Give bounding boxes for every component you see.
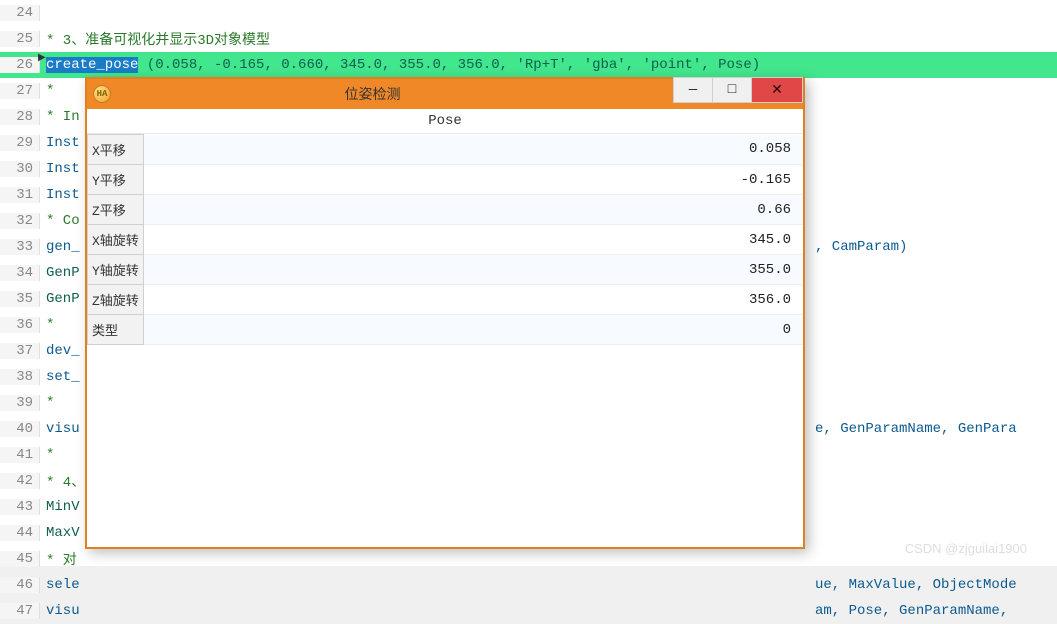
pose-table: X平移0.058Y平移-0.165Z平移0.66X轴旋转345.0Y轴旋转355… — [87, 134, 803, 345]
line-number: 39 — [0, 395, 40, 411]
pose-row-label: X平移 — [88, 135, 144, 165]
watermark: CSDN @zjguilai1900 — [905, 541, 1027, 556]
pose-row-value: 345.0 — [143, 225, 803, 255]
line-number: 42 — [0, 473, 40, 489]
code-text: visu — [40, 421, 80, 437]
code-text: * 4、 — [40, 471, 85, 491]
line-number: 28 — [0, 109, 40, 125]
code-text: GenP — [40, 291, 80, 307]
window-buttons: — □ ✕ — [674, 79, 803, 109]
line-number: 25 — [0, 31, 40, 47]
pose-row-label: Z轴旋转 — [88, 285, 144, 315]
line-number: 36 — [0, 317, 40, 333]
close-button[interactable]: ✕ — [751, 77, 803, 103]
code-text: MaxV — [40, 525, 80, 541]
pose-row[interactable]: Z轴旋转356.0 — [88, 285, 804, 315]
pose-row[interactable]: X轴旋转345.0 — [88, 225, 804, 255]
code-text: * 3、准备可视化并显示3D对象模型 — [40, 29, 270, 49]
code-text: visu — [40, 603, 80, 619]
code-text: sele — [40, 577, 80, 593]
line-number: 29 — [0, 135, 40, 151]
pose-row-label: 类型 — [88, 315, 144, 345]
execution-arrow: ▶ — [38, 52, 46, 64]
pose-row-value: 355.0 — [143, 255, 803, 285]
line-number: 27 — [0, 83, 40, 99]
pose-row-label: Z平移 — [88, 195, 144, 225]
dialog-title: 位姿检测 — [71, 84, 674, 104]
pose-row[interactable]: Y轴旋转355.0 — [88, 255, 804, 285]
code-line-47[interactable]: 47visu am, Pose, GenParamName, — [0, 598, 1057, 624]
code-text: dev_ — [40, 343, 80, 359]
code-tail: am, Pose, GenParamName, — [815, 603, 1008, 619]
minimize-button[interactable]: — — [673, 77, 713, 103]
code-text: * 对 — [40, 549, 77, 569]
line-number: 30 — [0, 161, 40, 177]
code-text: * — [40, 447, 54, 463]
code-line-26[interactable]: 26create_pose (0.058, -0.165, 0.660, 345… — [0, 52, 1057, 78]
code-text: MinV — [40, 499, 80, 515]
line-number: 33 — [0, 239, 40, 255]
pose-row-label: Y轴旋转 — [88, 255, 144, 285]
code-text: * — [40, 83, 54, 99]
code-tail: e, GenParamName, GenPara — [815, 421, 1017, 437]
line-number: 34 — [0, 265, 40, 281]
code-line-25[interactable]: 25* 3、准备可视化并显示3D对象模型 — [0, 26, 1057, 52]
code-line-24[interactable]: 24 — [0, 0, 1057, 26]
line-number: 41 — [0, 447, 40, 463]
line-number: 46 — [0, 577, 40, 593]
pose-row[interactable]: 类型0 — [88, 315, 804, 345]
code-tail: , CamParam) — [815, 239, 907, 255]
code-line-45[interactable]: 45* 对 — [0, 546, 1057, 572]
pose-row-value: 0.058 — [143, 135, 803, 165]
pose-row[interactable]: Z平移0.66 — [88, 195, 804, 225]
highlighted-function: create_pose — [46, 57, 138, 73]
code-text: set_ — [40, 369, 80, 385]
line-number: 45 — [0, 551, 40, 567]
pose-row[interactable]: Y平移-0.165 — [88, 165, 804, 195]
line-number: 37 — [0, 343, 40, 359]
line-number: 47 — [0, 603, 40, 619]
code-text: * — [40, 317, 54, 333]
pose-row-value: 356.0 — [143, 285, 803, 315]
pose-row[interactable]: X平移0.058 — [88, 135, 804, 165]
code-text: Inst — [40, 187, 80, 203]
code-text: create_pose (0.058, -0.165, 0.660, 345.0… — [40, 57, 760, 73]
pose-row-label: Y平移 — [88, 165, 144, 195]
code-text: Inst — [40, 161, 80, 177]
dialog-titlebar[interactable]: HA 位姿检测 — □ ✕ — [87, 79, 803, 109]
line-number: 32 — [0, 213, 40, 229]
pose-table-header: Pose — [87, 109, 803, 134]
code-text: GenP — [40, 265, 80, 281]
line-number: 43 — [0, 499, 40, 515]
pose-dialog: HA 位姿检测 — □ ✕ Pose X平移0.058Y平移-0.165Z平移0… — [85, 77, 805, 549]
code-line-46[interactable]: 46sele ue, MaxValue, ObjectMode — [0, 572, 1057, 598]
line-number: 24 — [0, 5, 40, 21]
dialog-body: Pose X平移0.058Y平移-0.165Z平移0.66X轴旋转345.0Y轴… — [87, 109, 803, 345]
maximize-button[interactable]: □ — [712, 77, 752, 103]
code-text: * — [40, 395, 54, 411]
line-number: 26 — [0, 57, 40, 73]
code-text: * Co — [40, 213, 80, 229]
pose-row-label: X轴旋转 — [88, 225, 144, 255]
code-tail: ue, MaxValue, ObjectMode — [815, 577, 1017, 593]
pose-row-value: 0 — [143, 315, 803, 345]
line-number: 35 — [0, 291, 40, 307]
code-text: * In — [40, 109, 80, 125]
line-number: 40 — [0, 421, 40, 437]
line-number: 44 — [0, 525, 40, 541]
line-number: 38 — [0, 369, 40, 385]
pose-row-value: -0.165 — [143, 165, 803, 195]
line-number: 31 — [0, 187, 40, 203]
function-args: (0.058, -0.165, 0.660, 345.0, 355.0, 356… — [138, 57, 760, 73]
code-text: Inst — [40, 135, 80, 151]
code-text: gen_ — [40, 239, 80, 255]
pose-row-value: 0.66 — [143, 195, 803, 225]
